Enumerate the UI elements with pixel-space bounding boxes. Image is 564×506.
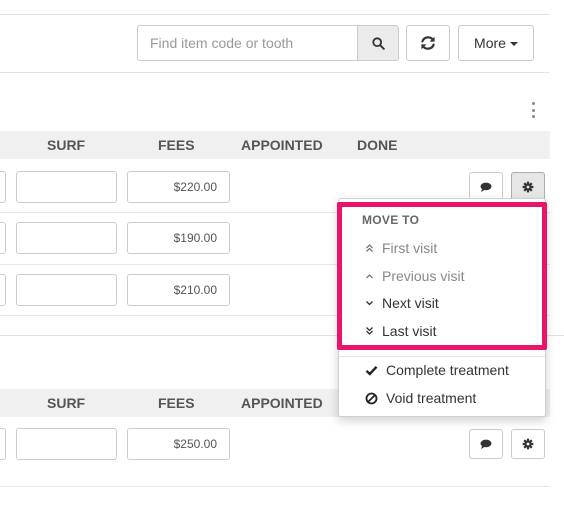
menu-item-complete-treatment[interactable]: Complete treatment (365, 359, 509, 381)
menu-item-label: Previous visit (382, 268, 465, 284)
fee-field[interactable]: $250.00 (127, 428, 230, 460)
search-input[interactable] (137, 25, 358, 61)
check-icon (365, 365, 378, 376)
row-field-stub[interactable] (0, 222, 6, 254)
search-icon (371, 36, 385, 50)
gear-icon (522, 438, 534, 450)
column-header-fees: FEES (158, 395, 195, 411)
menu-item-first-visit[interactable]: First visit (365, 237, 437, 259)
search-group (137, 25, 399, 61)
menu-item-label: Last visit (382, 323, 437, 339)
fee-field[interactable]: $210.00 (127, 274, 230, 306)
column-header-surf: SURF (47, 395, 86, 411)
column-header-surf: SURF (47, 137, 86, 153)
refresh-icon (421, 36, 435, 50)
row-field-stub[interactable] (0, 428, 6, 460)
menu-item-label: Complete treatment (386, 362, 509, 378)
column-header-fees: FEES (158, 137, 195, 153)
chevron-down-icon (366, 301, 373, 306)
vertical-dots-icon[interactable] (530, 102, 536, 118)
row-field-stub[interactable] (0, 274, 6, 306)
column-header-appointed: APPOINTED (241, 395, 323, 411)
refresh-button[interactable] (406, 25, 450, 61)
menu-header: MOVE TO (362, 213, 420, 227)
comment-icon (480, 439, 492, 449)
menu-item-label: Void treatment (386, 390, 477, 406)
search-button[interactable] (357, 25, 399, 61)
caret-down-icon (509, 42, 518, 46)
surface-input[interactable] (16, 274, 117, 306)
double-chevron-down-icon (366, 327, 373, 335)
column-header-appointed: APPOINTED (241, 137, 323, 153)
menu-item-label: First visit (382, 240, 438, 256)
double-chevron-up-icon (366, 244, 373, 252)
gear-button[interactable] (511, 429, 545, 459)
comment-icon (480, 182, 492, 192)
table-header: SURF FEES APPOINTED DONE (0, 131, 550, 159)
row-actions-menu: MOVE TO First visit Previous visit Next … (338, 198, 546, 417)
menu-item-previous-visit[interactable]: Previous visit (365, 265, 464, 287)
surface-input[interactable] (16, 222, 117, 254)
gear-icon (522, 181, 534, 193)
menu-item-next-visit[interactable]: Next visit (365, 292, 439, 314)
ban-icon (365, 392, 378, 404)
more-label: More (474, 35, 506, 51)
more-button[interactable]: More (458, 25, 534, 61)
comment-button[interactable] (469, 429, 503, 459)
menu-item-void-treatment[interactable]: Void treatment (365, 387, 476, 409)
row-divider (0, 486, 550, 487)
column-header-done: DONE (357, 137, 398, 153)
top-divider (0, 14, 550, 15)
surface-input[interactable] (16, 428, 117, 460)
row-field-stub[interactable] (0, 171, 6, 203)
menu-item-last-visit[interactable]: Last visit (365, 320, 436, 342)
fee-field[interactable]: $220.00 (127, 171, 230, 203)
surface-input[interactable] (16, 171, 117, 203)
chevron-up-icon (366, 274, 373, 279)
section-divider (0, 72, 550, 73)
menu-item-label: Next visit (382, 295, 439, 311)
fee-field[interactable]: $190.00 (127, 222, 230, 254)
menu-divider (339, 356, 545, 357)
